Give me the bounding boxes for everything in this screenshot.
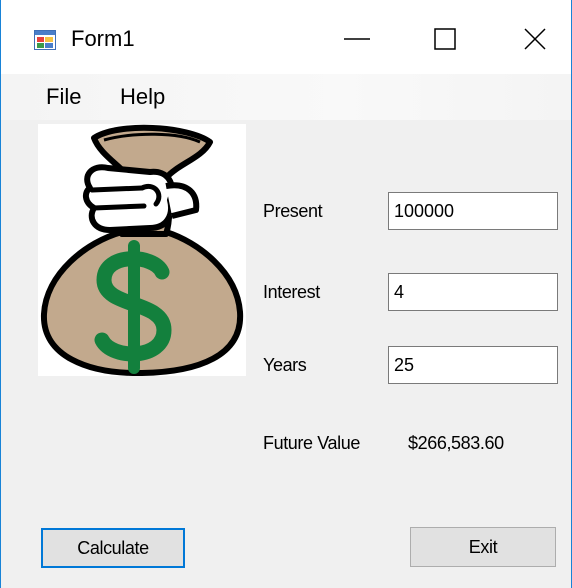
years-label: Years bbox=[263, 355, 307, 375]
title-bar[interactable]: Form1 bbox=[1, 0, 571, 74]
minimize-button[interactable] bbox=[321, 12, 393, 66]
present-input[interactable] bbox=[388, 192, 558, 230]
money-bag-picture bbox=[38, 124, 246, 377]
present-label: Present bbox=[263, 201, 323, 221]
form-window: Form1 File Help Present 100000 Interest … bbox=[0, 0, 572, 588]
money-bag-icon bbox=[40, 124, 244, 377]
exit-button[interactable]: Exit bbox=[410, 527, 556, 567]
menu-file[interactable]: File bbox=[43, 82, 84, 112]
close-button[interactable] bbox=[499, 12, 571, 66]
interest-label: Interest bbox=[263, 282, 320, 302]
future-value-label: Future Value bbox=[263, 433, 360, 453]
menu-help[interactable]: Help bbox=[117, 82, 168, 112]
form-app-icon bbox=[34, 30, 56, 50]
calculate-button[interactable]: Calculate bbox=[41, 528, 185, 568]
window-title: Form1 bbox=[71, 26, 135, 51]
menu-bar: File Help bbox=[1, 74, 571, 120]
future-value-result: $266,583.60 bbox=[408, 433, 504, 453]
interest-input[interactable] bbox=[388, 273, 558, 311]
minimize-icon bbox=[344, 38, 370, 40]
close-icon bbox=[524, 28, 546, 50]
years-input[interactable] bbox=[388, 346, 558, 384]
maximize-icon bbox=[434, 28, 456, 50]
maximize-button[interactable] bbox=[409, 12, 481, 66]
